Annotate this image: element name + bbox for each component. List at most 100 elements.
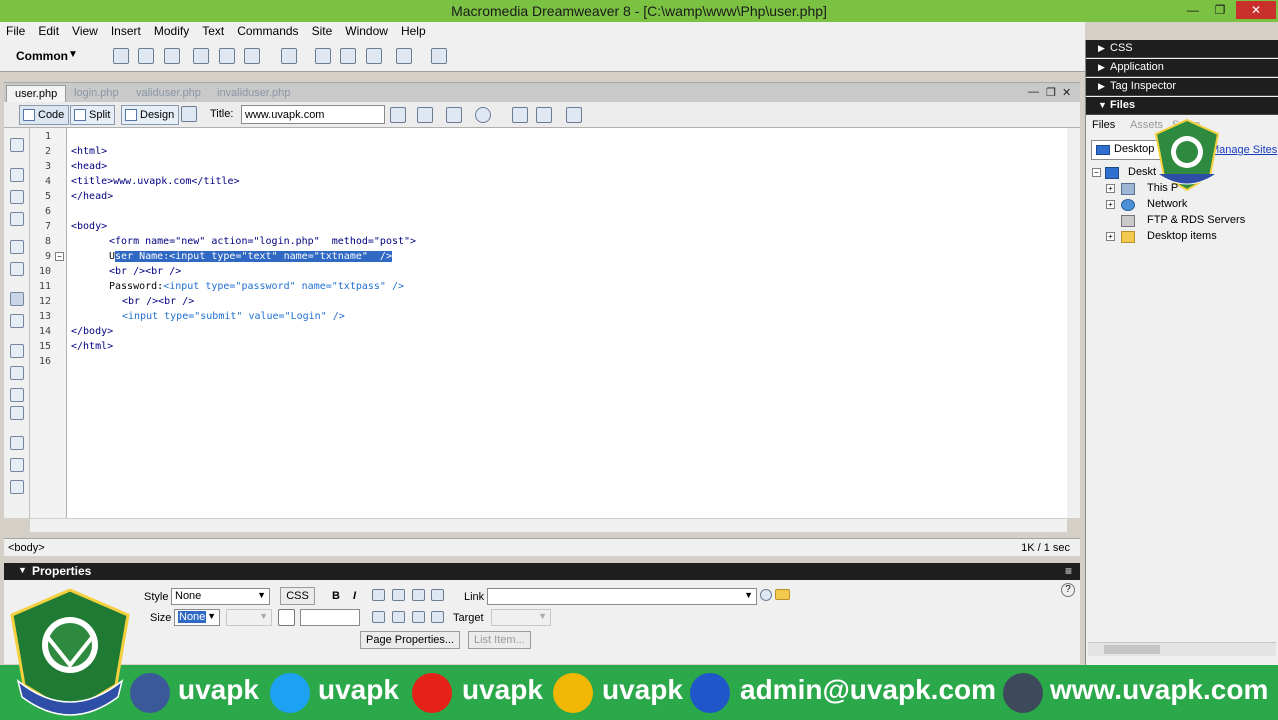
page-properties-button[interactable]: Page Properties...	[360, 631, 461, 649]
text-color-input[interactable]	[300, 609, 360, 626]
image-icon[interactable]	[244, 48, 260, 64]
tree-expand-icon[interactable]: +	[1106, 200, 1115, 209]
point-to-file-icon[interactable]	[760, 589, 772, 601]
view-options-icon[interactable]	[536, 107, 552, 123]
doc-close-icon[interactable]: ✕	[1062, 86, 1071, 99]
align-left-icon[interactable]	[372, 589, 385, 601]
justify-icon[interactable]	[431, 589, 444, 601]
live-data-icon[interactable]	[181, 106, 197, 122]
menu-edit[interactable]: Edit	[38, 24, 59, 38]
tree-item-network[interactable]: Network	[1147, 198, 1187, 210]
file-management-icon[interactable]	[446, 107, 462, 123]
email-link-icon[interactable]	[138, 48, 154, 64]
page-title-input[interactable]	[241, 105, 385, 124]
comment-icon[interactable]	[366, 48, 382, 64]
templates-icon[interactable]	[431, 48, 447, 64]
text-indent-icon[interactable]	[431, 611, 444, 623]
collapse-tag-icon[interactable]	[10, 168, 24, 182]
media-icon[interactable]	[281, 48, 297, 64]
code-collapse-icon[interactable]: −	[55, 252, 64, 261]
design-view-button[interactable]: Design	[121, 105, 180, 125]
size-unit-select[interactable]: ▼	[226, 609, 272, 626]
collapse-triangle-icon[interactable]: ▼	[18, 565, 27, 575]
hyperlink-icon[interactable]	[113, 48, 129, 64]
tab-files[interactable]: Files	[1092, 119, 1115, 131]
open-documents-icon[interactable]	[10, 138, 24, 152]
align-center-icon[interactable]	[392, 589, 405, 601]
scroll-thumb[interactable]	[1104, 645, 1160, 654]
server-side-include-icon[interactable]	[340, 48, 356, 64]
menu-window[interactable]: Window	[345, 24, 388, 38]
menu-modify[interactable]: Modify	[154, 24, 189, 38]
properties-header[interactable]: ▼ Properties ≡	[4, 563, 1080, 580]
validate-icon[interactable]	[417, 107, 433, 123]
tree-collapse-icon[interactable]: −	[1092, 168, 1101, 177]
line-numbers-icon[interactable]	[10, 292, 24, 306]
css-panel-header[interactable]: ▶ CSS	[1086, 40, 1278, 58]
menu-commands[interactable]: Commands	[237, 24, 298, 38]
horizontal-scrollbar[interactable]	[30, 518, 1067, 532]
visual-aids-icon[interactable]	[566, 107, 582, 123]
tab-invaliduser-php[interactable]: invaliduser.php	[209, 85, 298, 103]
tree-expand-icon[interactable]: +	[1106, 232, 1115, 241]
tree-item-this-pc[interactable]: This P	[1147, 182, 1178, 194]
unordered-list-icon[interactable]	[372, 611, 385, 623]
balance-braces-icon[interactable]	[10, 262, 24, 276]
browse-folder-icon[interactable]	[775, 589, 790, 600]
format-source-icon[interactable]	[10, 480, 24, 494]
tag-selector[interactable]: <body>	[8, 542, 45, 554]
doc-minimize-icon[interactable]: —	[1028, 86, 1039, 98]
head-content-icon[interactable]	[396, 48, 412, 64]
code-view-button[interactable]: Code	[19, 105, 70, 125]
expand-all-icon[interactable]	[10, 212, 24, 226]
tree-expand-icon[interactable]: +	[1106, 184, 1115, 193]
date-icon[interactable]	[315, 48, 331, 64]
doc-restore-icon[interactable]: ❐	[1046, 86, 1056, 99]
bold-button[interactable]: B	[332, 590, 340, 602]
align-right-icon[interactable]	[412, 589, 425, 601]
collapse-selection-icon[interactable]	[10, 190, 24, 204]
restore-icon[interactable]: ❐	[1207, 1, 1233, 19]
link-input[interactable]: ▼	[487, 588, 757, 605]
layer-icon[interactable]	[219, 48, 235, 64]
menu-insert[interactable]: Insert	[111, 24, 141, 38]
menu-file[interactable]: File	[6, 24, 25, 38]
ordered-list-icon[interactable]	[392, 611, 405, 623]
insert-category[interactable]: Common	[16, 49, 68, 63]
menu-site[interactable]: Site	[312, 24, 333, 38]
text-color-swatch[interactable]	[278, 609, 295, 626]
style-select[interactable]: None ▼	[171, 588, 270, 605]
menu-view[interactable]: View	[72, 24, 98, 38]
text-outdent-icon[interactable]	[412, 611, 425, 623]
minimize-icon[interactable]: —	[1180, 1, 1206, 19]
menu-text[interactable]: Text	[202, 24, 224, 38]
tab-validuser-php[interactable]: validuser.php	[128, 85, 209, 103]
menu-help[interactable]: Help	[401, 24, 426, 38]
files-horizontal-scrollbar[interactable]	[1088, 642, 1276, 656]
panel-options-icon[interactable]: ≡	[1065, 564, 1072, 578]
list-item-button[interactable]: List Item...	[468, 631, 531, 649]
wrap-tag-icon[interactable]	[10, 388, 24, 402]
recent-snippets-icon[interactable]	[10, 406, 24, 420]
highlight-invalid-code-icon[interactable]	[10, 314, 24, 328]
tree-item-desktop[interactable]: Deskt	[1128, 166, 1156, 178]
tab-login-php[interactable]: login.php	[66, 85, 127, 103]
vertical-scrollbar[interactable]	[1067, 128, 1080, 518]
italic-button[interactable]: I	[353, 590, 356, 602]
split-view-button[interactable]: Split	[70, 105, 116, 125]
close-window-icon[interactable]: ✕	[1236, 1, 1276, 19]
apply-comment-icon[interactable]	[10, 344, 24, 358]
code-editor[interactable]: <html> <head> <title>www.uvapk.com</titl…	[67, 128, 1067, 518]
css-button[interactable]: CSS	[280, 587, 315, 605]
category-dropdown-icon[interactable]: ▼	[68, 49, 78, 60]
tree-item-desktop-items[interactable]: Desktop items	[1147, 230, 1217, 242]
preview-browser-icon[interactable]	[475, 107, 491, 123]
files-panel-header[interactable]: ▼ Files	[1086, 97, 1278, 115]
indent-code-icon[interactable]	[10, 436, 24, 450]
tree-item-ftp-servers[interactable]: FTP & RDS Servers	[1147, 214, 1245, 226]
remove-comment-icon[interactable]	[10, 366, 24, 380]
application-panel-header[interactable]: ▶ Application	[1086, 59, 1278, 77]
target-select[interactable]: ▼	[491, 609, 551, 626]
size-select[interactable]: None ▼	[174, 609, 220, 626]
help-icon[interactable]: ?	[1061, 583, 1075, 597]
